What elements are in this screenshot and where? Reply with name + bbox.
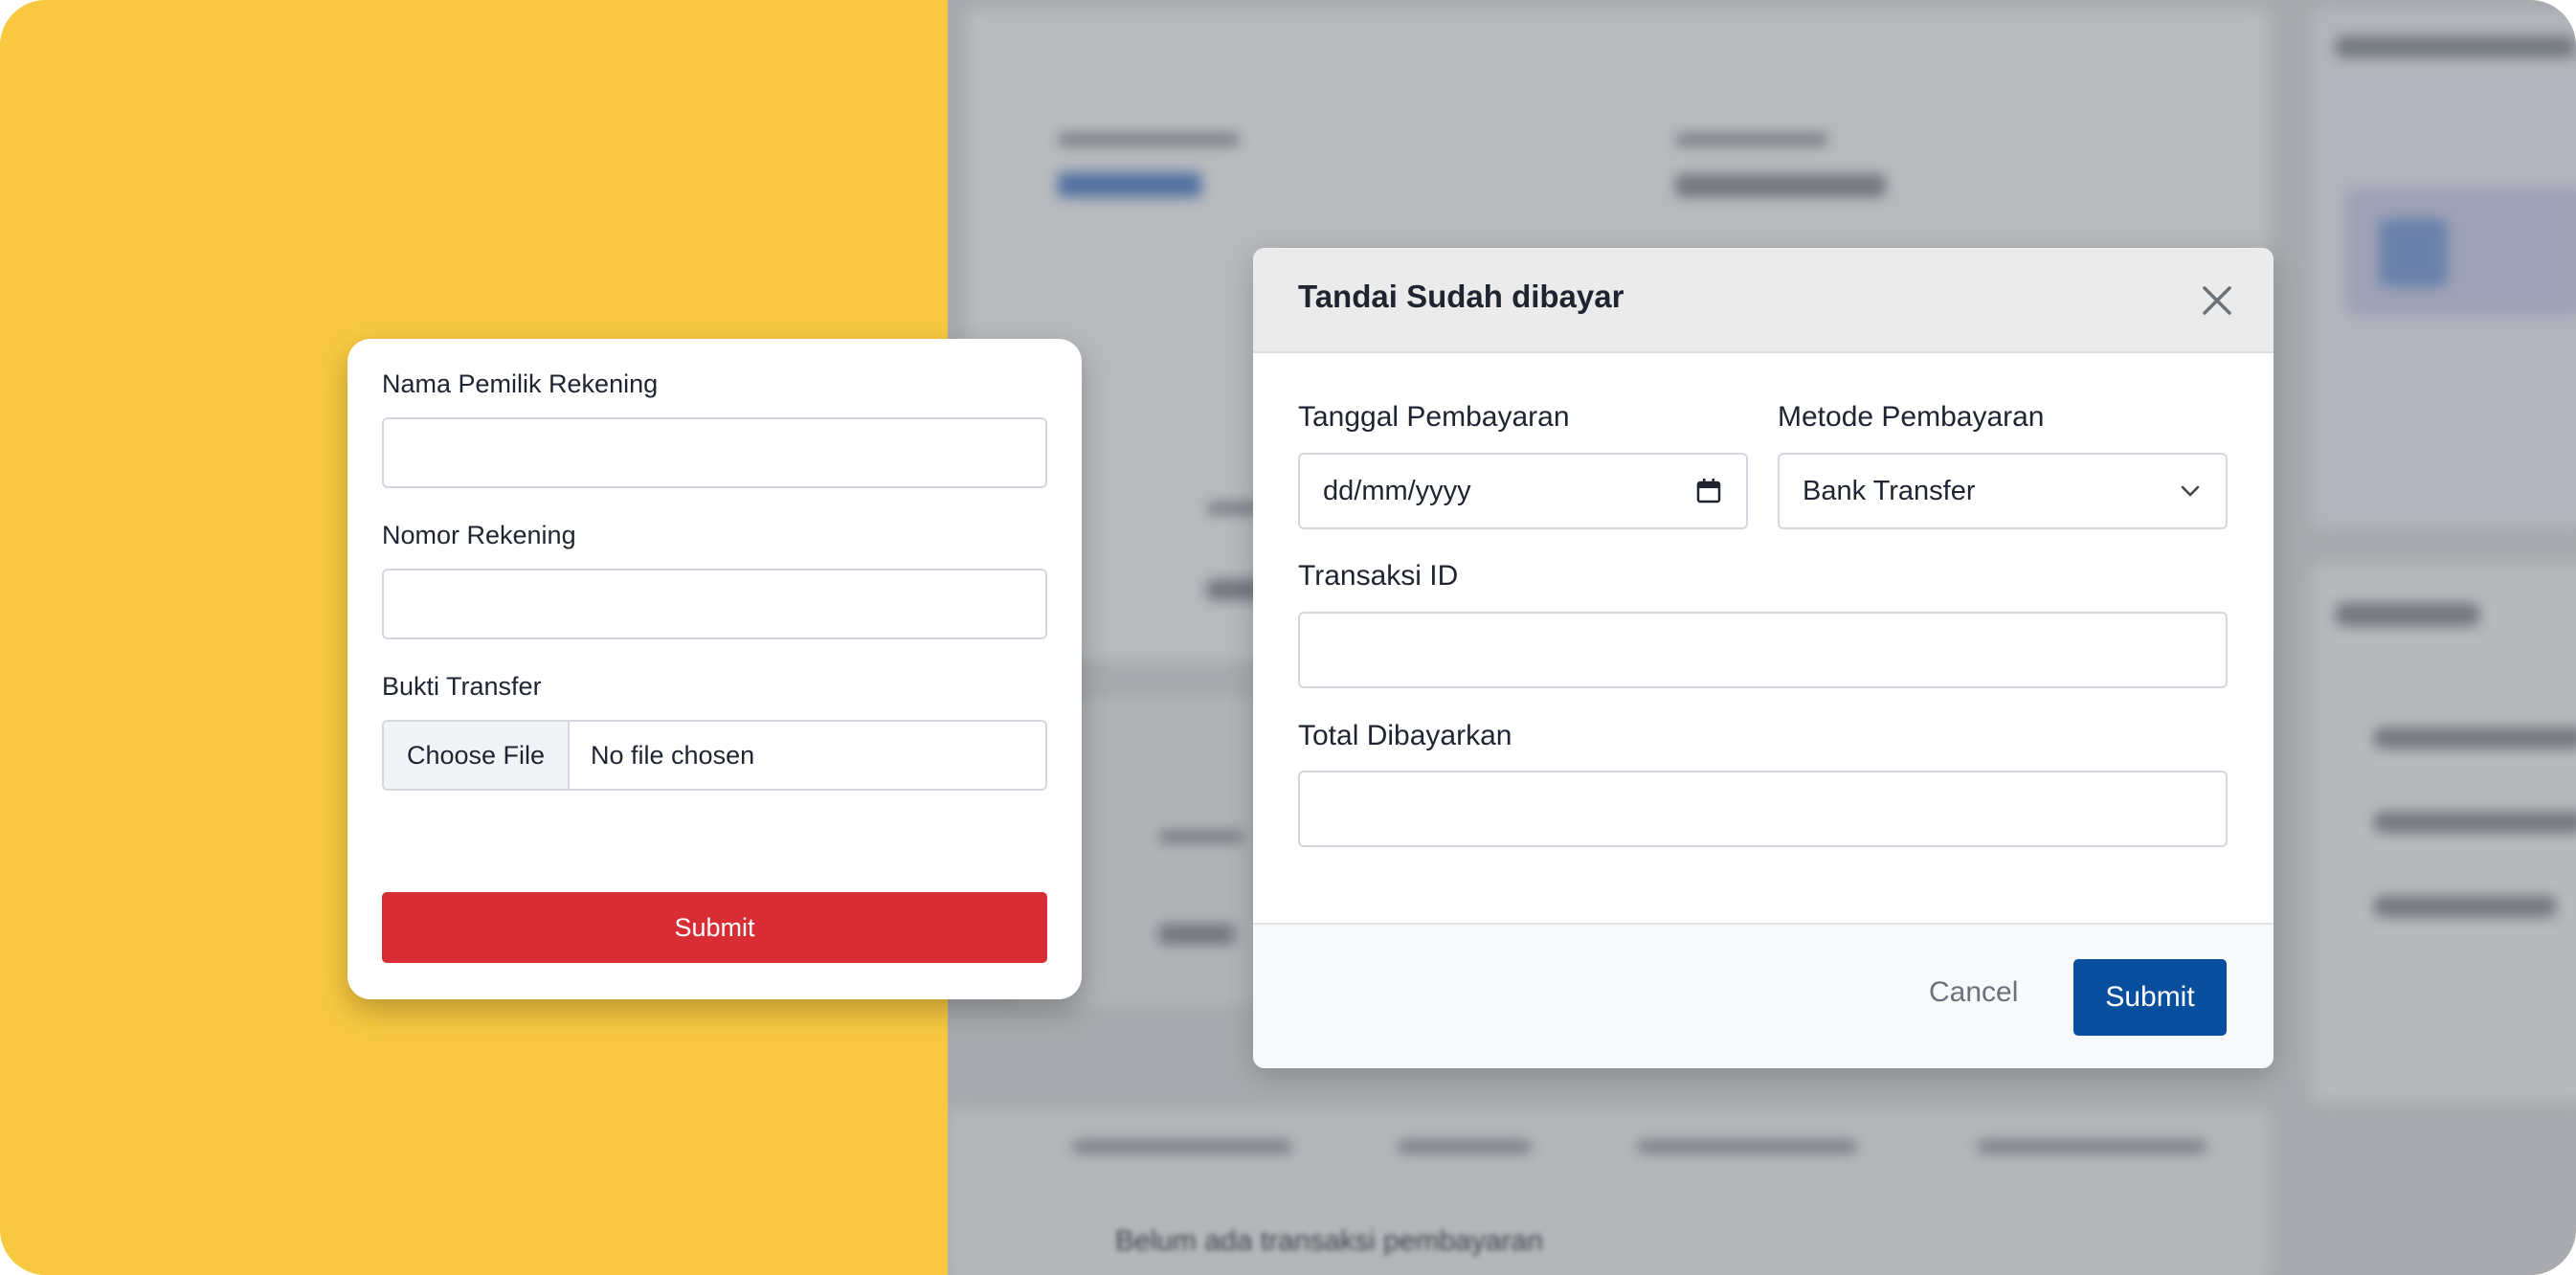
- modal-title: Tandai Sudah dibayar: [1298, 279, 1624, 314]
- transfer-form-card: Nama Pemilik Rekening Nomor Rekening Buk…: [347, 339, 1082, 999]
- chevron-down-icon: [2181, 485, 2200, 497]
- payment-method-value: Bank Transfer: [1803, 475, 1976, 506]
- account-number-label: Nomor Rekening: [382, 521, 576, 549]
- total-paid-input[interactable]: [1298, 771, 2228, 847]
- modal-footer: Cancel Submit: [1253, 923, 2274, 1068]
- payment-date-input[interactable]: dd/mm/yyyy: [1298, 453, 1748, 529]
- account-name-input[interactable]: [382, 417, 1047, 488]
- payment-date-label: Tanggal Pembayaran: [1298, 401, 1570, 433]
- canvas: Belum ada transaksi pembayaran Nama Pemi…: [0, 0, 2576, 1275]
- account-name-label: Nama Pemilik Rekening: [382, 369, 659, 398]
- cancel-button[interactable]: Cancel: [1929, 976, 2018, 1009]
- close-icon[interactable]: [2197, 280, 2237, 321]
- calendar-icon[interactable]: [1694, 477, 1723, 505]
- payment-method-select[interactable]: Bank Transfer: [1778, 453, 2228, 529]
- submit-button[interactable]: Submit: [382, 892, 1047, 963]
- transaction-id-input[interactable]: [1298, 612, 2228, 688]
- transaction-id-label: Transaksi ID: [1298, 560, 1459, 592]
- proof-file-input[interactable]: Choose File No file chosen: [382, 720, 1047, 791]
- payment-date-placeholder: dd/mm/yyyy: [1323, 475, 1471, 506]
- modal-header: Tandai Sudah dibayar: [1253, 248, 2274, 353]
- file-status-text: No file chosen: [591, 740, 755, 770]
- total-paid-label: Total Dibayarkan: [1298, 720, 1512, 751]
- choose-file-button[interactable]: Choose File: [384, 722, 570, 789]
- account-number-input[interactable]: [382, 569, 1047, 639]
- modal-submit-button[interactable]: Submit: [2073, 959, 2227, 1036]
- proof-label: Bukti Transfer: [382, 672, 542, 701]
- payment-method-label: Metode Pembayaran: [1778, 401, 2045, 433]
- mark-paid-modal: Tandai Sudah dibayar Tanggal Pembayaran …: [1253, 248, 2274, 1068]
